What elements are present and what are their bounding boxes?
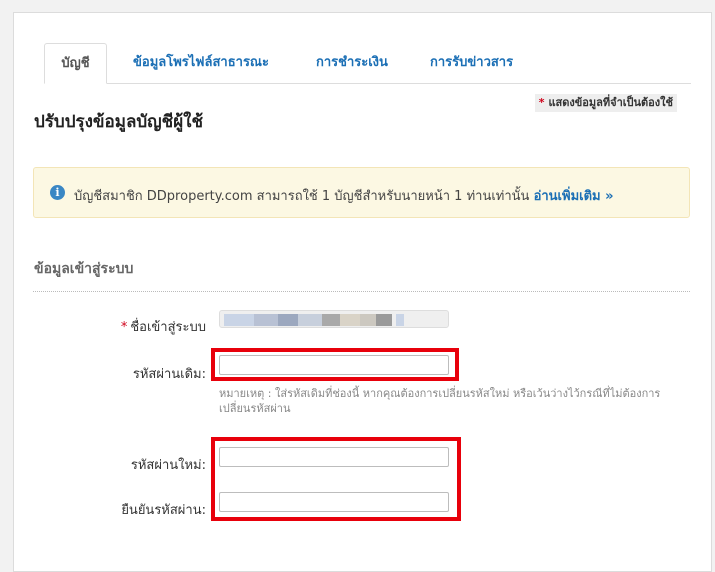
blur-block bbox=[340, 314, 360, 326]
read-more-link[interactable]: อ่านเพิ่มเติม » bbox=[534, 189, 614, 204]
required-fields-note: * แสดงข้อมูลที่จำเป็นต้องใช้ bbox=[534, 94, 677, 112]
confirm-password-label: ยืนยันรหัสผ่าน: bbox=[121, 503, 206, 518]
alert-text: บัญชีสมาชิก DDproperty.com สามารถใช้ 1 บ… bbox=[74, 189, 530, 204]
username-label: * ชื่อเข้าสู่ระบบ bbox=[121, 316, 206, 337]
info-icon: i bbox=[50, 185, 65, 200]
login-info-section-title: ข้อมูลเข้าสู่ระบบ bbox=[34, 261, 134, 277]
account-panel: บัญชี ข้อมูลโพรไฟล์สาธารณะ การชำระเงิน ก… bbox=[13, 12, 712, 572]
required-note-text: แสดงข้อมูลที่จำเป็นต้องใช้ bbox=[548, 96, 673, 109]
blur-block bbox=[254, 314, 278, 326]
tab-public-profile[interactable]: ข้อมูลโพรไฟล์สาธารณะ bbox=[133, 43, 269, 83]
alert-message: บัญชีสมาชิก DDproperty.com สามารถใช้ 1 บ… bbox=[74, 185, 614, 206]
current-password-input[interactable] bbox=[219, 355, 449, 375]
info-alert: i บัญชีสมาชิก DDproperty.com สามารถใช้ 1… bbox=[33, 167, 690, 218]
username-label-text: ชื่อเข้าสู่ระบบ bbox=[130, 320, 206, 335]
tab-account[interactable]: บัญชี bbox=[44, 43, 107, 84]
page-title: ปรับปรุงข้อมูลบัญชีผู้ใช้ bbox=[34, 112, 204, 132]
new-password-label: รหัสผ่านใหม่: bbox=[130, 458, 206, 473]
blur-block bbox=[396, 314, 404, 326]
username-value-blurred bbox=[219, 310, 449, 328]
new-password-input[interactable] bbox=[219, 447, 449, 467]
blur-block bbox=[224, 314, 254, 326]
required-star: * bbox=[538, 96, 545, 109]
blur-block bbox=[376, 314, 392, 326]
section-divider bbox=[33, 291, 690, 292]
blur-block bbox=[298, 314, 322, 326]
tab-bar: บัญชี ข้อมูลโพรไฟล์สาธารณะ การชำระเงิน ก… bbox=[44, 43, 691, 84]
current-password-label: รหัสผ่านเดิม: bbox=[132, 367, 206, 382]
blur-block bbox=[278, 314, 298, 326]
password-hint: หมายเหตุ : ใส่รหัสเดิมที่ช่องนี้ หากคุณต… bbox=[219, 387, 661, 415]
blur-block bbox=[322, 314, 340, 326]
blur-block bbox=[360, 314, 376, 326]
tab-payment[interactable]: การชำระเงิน bbox=[316, 43, 388, 83]
confirm-password-input[interactable] bbox=[219, 492, 449, 512]
username-required-star: * bbox=[120, 320, 128, 335]
tab-newsletter[interactable]: การรับข่าวสาร bbox=[430, 43, 513, 83]
